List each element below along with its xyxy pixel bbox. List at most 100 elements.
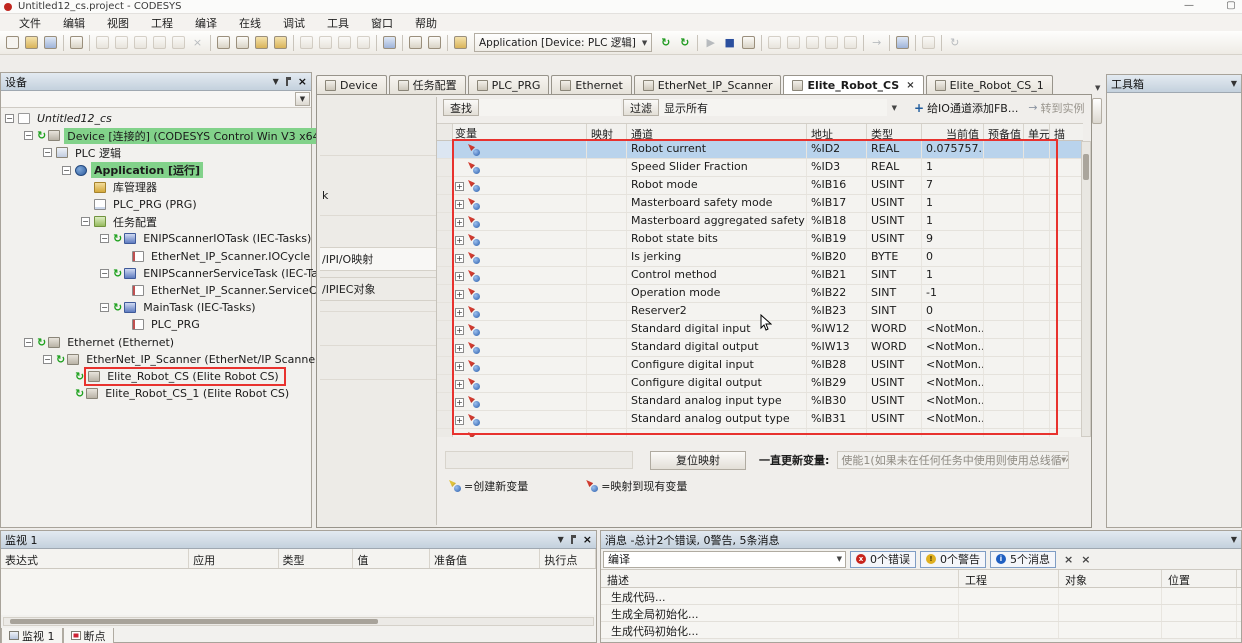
- tree-item[interactable]: −↻EtherNet_IP_Scanner (EtherNet/IP Scann…: [1, 351, 311, 368]
- flow-control-icon[interactable]: [919, 33, 938, 52]
- tree-item[interactable]: −↻Device [连接的] (CODESYS Control Win V3 x…: [1, 127, 311, 144]
- always-update-combo[interactable]: 使能1(如果未在任何任务中使用则使用总线循环任... ▼: [837, 451, 1069, 469]
- replace-icon[interactable]: [233, 33, 252, 52]
- scrollbar-thumb[interactable]: [10, 619, 378, 624]
- table-row[interactable]: +Control method%IB21SINT1: [437, 267, 1083, 285]
- column-header[interactable]: 映射: [587, 124, 627, 140]
- devices-filter-dropdown-icon[interactable]: ▼: [295, 92, 310, 106]
- tab-overflow-dropdown-icon[interactable]: ▼: [1095, 84, 1100, 92]
- bookmark-icon[interactable]: [297, 33, 316, 52]
- expand-icon[interactable]: +: [455, 200, 464, 209]
- clear-all-messages-icon[interactable]: ×: [1081, 553, 1090, 566]
- column-header[interactable]: 准备值: [430, 549, 540, 568]
- table-row[interactable]: Robot current%ID2REAL0.075757...: [437, 141, 1083, 159]
- column-header[interactable]: 表达式: [1, 549, 189, 568]
- messages-category-combo[interactable]: 编译 ▼: [603, 551, 846, 568]
- prev-bookmark-icon[interactable]: [316, 33, 335, 52]
- bottom-tab-breakpoints[interactable]: 断点: [63, 628, 114, 643]
- collapse-icon[interactable]: −: [62, 166, 71, 175]
- tab-ethernet_ip_scanner[interactable]: EtherNet_IP_Scanner: [634, 75, 782, 94]
- table-row[interactable]: +Standard analog output type%IB31USINT<N…: [437, 411, 1083, 429]
- collapse-icon[interactable]: −: [24, 131, 33, 140]
- add-fb-button[interactable]: + 给IO通道添加FB...: [909, 99, 1023, 117]
- minimize-button[interactable]: —: [1182, 0, 1196, 11]
- message-row[interactable]: 生成全局初始化...: [601, 605, 1241, 622]
- table-row[interactable]: +Configure digital output%IB29USINT<NotM…: [437, 375, 1083, 393]
- tree-item[interactable]: EtherNet_IP_Scanner.ServiceCycle: [1, 282, 311, 299]
- column-header[interactable]: 值: [353, 549, 430, 568]
- next-bookmark-icon[interactable]: [335, 33, 354, 52]
- expand-icon[interactable]: +: [455, 344, 464, 353]
- table-row[interactable]: +Masterboard aggregated safety mode%IB18…: [437, 213, 1083, 231]
- tree-item[interactable]: −PLC 逻辑: [1, 144, 311, 161]
- tree-item[interactable]: ↻Elite_Robot_CS_1 (Elite Robot CS): [1, 385, 311, 402]
- table-row[interactable]: +Standard digital input%IW12WORD<NotMon.…: [437, 321, 1083, 339]
- column-header[interactable]: 工程: [959, 570, 1059, 587]
- tree-item[interactable]: EtherNet_IP_Scanner.IOCycle: [1, 248, 311, 265]
- column-header[interactable]: 应用: [189, 549, 278, 568]
- run-to-cursor-icon[interactable]: [822, 33, 841, 52]
- watch-close-icon[interactable]: ×: [583, 533, 592, 546]
- find-all-icon[interactable]: [252, 33, 271, 52]
- print-icon[interactable]: [67, 33, 86, 52]
- collapse-icon[interactable]: −: [81, 217, 90, 226]
- expand-icon[interactable]: +: [455, 416, 464, 425]
- breakpoint-icon[interactable]: [841, 33, 860, 52]
- category-item[interactable]: /IPI/O映射: [320, 247, 436, 271]
- category-item[interactable]: k: [322, 189, 328, 202]
- stop-icon[interactable]: ■: [720, 33, 739, 52]
- table-row[interactable]: [437, 429, 1083, 437]
- column-header[interactable]: 地址: [807, 124, 867, 140]
- menu-item[interactable]: 调试: [272, 14, 316, 32]
- devices-pin-icon[interactable]: [286, 77, 291, 86]
- expand-icon[interactable]: +: [455, 272, 464, 281]
- table-row[interactable]: +Masterboard safety mode%IB17USINT1: [437, 195, 1083, 213]
- tab-elite_robot_cs_1[interactable]: Elite_Robot_CS_1: [926, 75, 1053, 94]
- monitoring-icon[interactable]: [893, 33, 912, 52]
- devices-filter-combo[interactable]: ▼: [1, 91, 311, 108]
- table-row[interactable]: +Reserver2%IB23SINT0: [437, 303, 1083, 321]
- expand-icon[interactable]: +: [455, 236, 464, 245]
- expand-icon[interactable]: +: [455, 380, 464, 389]
- logout-icon[interactable]: ↻: [675, 33, 694, 52]
- new-file-icon[interactable]: [3, 33, 22, 52]
- watch-pin-icon[interactable]: [571, 535, 576, 544]
- collapse-icon[interactable]: −: [100, 234, 109, 243]
- step-out-icon[interactable]: [803, 33, 822, 52]
- cut-icon[interactable]: [131, 33, 150, 52]
- expand-icon[interactable]: +: [455, 362, 464, 371]
- message-row[interactable]: 生成代码初始化...: [601, 622, 1241, 639]
- delete-icon[interactable]: ×: [188, 33, 207, 52]
- column-header[interactable]: 执行点: [540, 549, 596, 568]
- menu-item[interactable]: 工具: [316, 14, 360, 32]
- bottom-tab-watch[interactable]: 监视 1: [1, 628, 63, 643]
- tree-item[interactable]: PLC_PRG (PRG): [1, 196, 311, 213]
- tab-plc_prg[interactable]: PLC_PRG: [468, 75, 550, 94]
- undo-icon[interactable]: [93, 33, 112, 52]
- table-row[interactable]: +Standard digital output%IW13WORD<NotMon…: [437, 339, 1083, 357]
- collapse-icon[interactable]: −: [100, 269, 109, 278]
- tab-ethernet[interactable]: Ethernet: [551, 75, 631, 94]
- step-over-icon[interactable]: [765, 33, 784, 52]
- tab-device[interactable]: Device: [316, 75, 387, 94]
- warning-filter-button[interactable]: !0个警告: [920, 551, 986, 568]
- refresh-icon[interactable]: ↻: [945, 33, 964, 52]
- find-icon[interactable]: [214, 33, 233, 52]
- category-item[interactable]: /IPIEC对象: [320, 277, 436, 301]
- menu-item[interactable]: 文件: [8, 14, 52, 32]
- tree-item[interactable]: −任务配置: [1, 213, 311, 230]
- toolbox-dropdown-icon[interactable]: ▼: [1231, 79, 1237, 88]
- application-selector[interactable]: Application [Device: PLC 逻辑]▼: [474, 33, 652, 52]
- maximize-button[interactable]: ▢: [1224, 0, 1238, 11]
- start-icon[interactable]: ▶: [701, 33, 720, 52]
- tree-item[interactable]: 库管理器: [1, 179, 311, 196]
- table-row[interactable]: +Configure digital input%IB28USINT<NotMo…: [437, 357, 1083, 375]
- expand-icon[interactable]: +: [455, 218, 464, 227]
- column-header[interactable]: 位置: [1162, 570, 1237, 587]
- tab-close-icon[interactable]: ×: [906, 80, 914, 91]
- collapse-icon[interactable]: −: [5, 114, 14, 123]
- expand-icon[interactable]: +: [455, 398, 464, 407]
- menu-item[interactable]: 视图: [96, 14, 140, 32]
- generate-code-icon[interactable]: [425, 33, 444, 52]
- devices-close-icon[interactable]: ×: [298, 75, 307, 88]
